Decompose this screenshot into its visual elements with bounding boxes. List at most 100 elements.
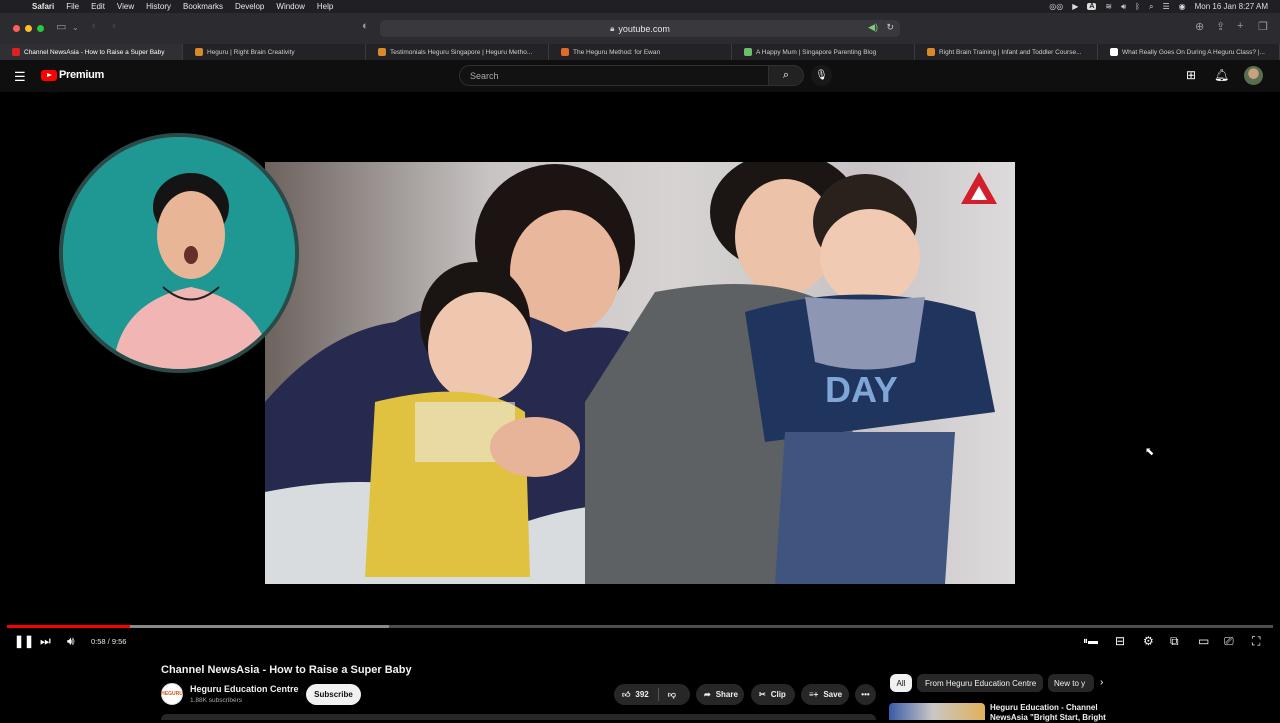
share-button[interactable]: ➦ Share xyxy=(696,684,744,705)
forward-icon[interactable]: › xyxy=(112,20,116,32)
create-video-icon[interactable]: ⊞ xyxy=(1186,68,1196,82)
bluetooth-icon[interactable]: ᛒ xyxy=(1135,2,1140,11)
tab-label: Heguru | Right Brain Creativity xyxy=(207,48,295,56)
lock-icon: 🔒︎ xyxy=(610,23,615,33)
chevron-down-icon[interactable]: ⌄ xyxy=(72,23,79,32)
youtube-logo-icon xyxy=(41,69,57,81)
autoplay-toggle-icon[interactable]: ⏸︎▬ xyxy=(1083,633,1098,649)
subtitles-icon[interactable]: ⊟ xyxy=(1115,633,1125,649)
airplay-icon[interactable]: ⎚ xyxy=(1224,633,1234,649)
clock-datetime[interactable]: Mon 16 Jan 8:27 AM xyxy=(1195,2,1268,11)
tab-label: Testimonials Heguru Singapore | Heguru M… xyxy=(390,48,533,56)
progress-played xyxy=(7,625,130,628)
progress-bar[interactable] xyxy=(7,625,1273,628)
tab-heguru-method[interactable]: The Heguru Method: for Ewan xyxy=(549,44,732,60)
like-dislike-group: 👍︎ 392 👎︎ xyxy=(614,684,690,705)
spotlight-search-icon[interactable]: ⌕ xyxy=(1149,2,1153,12)
save-label: Save xyxy=(823,690,843,699)
thumbs-up-icon[interactable]: 👍︎ xyxy=(622,690,630,700)
play-circle-icon[interactable]: ▶ xyxy=(1072,2,1078,11)
menu-history[interactable]: History xyxy=(146,2,171,11)
youtube-premium-logo[interactable]: Premium xyxy=(41,69,104,81)
subscribe-button[interactable]: Subscribe xyxy=(306,684,361,705)
recommended-title[interactable]: Heguru Education - Channel NewsAsia "Bri… xyxy=(990,703,1110,723)
menu-window[interactable]: Window xyxy=(276,2,304,11)
recommended-thumbnail[interactable] xyxy=(889,703,985,720)
privacy-shield-icon[interactable]: ◐ xyxy=(362,20,369,32)
menu-view[interactable]: View xyxy=(117,2,134,11)
menu-bookmarks[interactable]: Bookmarks xyxy=(183,2,223,11)
next-video-icon[interactable]: ⏭︎ xyxy=(40,633,51,649)
pause-icon[interactable]: ❚❚ xyxy=(14,633,34,649)
new-tab-icon[interactable]: + xyxy=(1237,20,1243,32)
volume-icon[interactable]: 🔊︎ xyxy=(1121,2,1126,12)
menu-edit[interactable]: Edit xyxy=(91,2,105,11)
chevron-right-icon[interactable]: › xyxy=(1100,677,1103,688)
video-scene-image: DAY xyxy=(265,162,995,584)
menu-icon[interactable]: ☰ xyxy=(14,69,26,85)
address-bar[interactable]: 🔒︎ youtube.com ◀) ↻ xyxy=(380,20,900,37)
tab-label: A Happy Mum | Singapore Parenting Blog xyxy=(756,48,877,56)
search-input[interactable]: Search xyxy=(459,65,769,86)
share-icon[interactable]: ⇪ xyxy=(1216,20,1225,33)
search-icon: ⌕ xyxy=(782,69,790,81)
fullscreen-icon[interactable]: ⛶ xyxy=(1252,633,1260,649)
youtube-favicon-icon xyxy=(12,48,20,56)
close-window-button[interactable] xyxy=(13,25,20,32)
thumbs-down-icon[interactable]: 👎︎ xyxy=(668,690,676,700)
minimize-window-button[interactable] xyxy=(25,25,32,32)
channel-avatar[interactable]: HEGURU xyxy=(161,683,183,705)
search-button[interactable]: ⌕ xyxy=(768,65,804,86)
chip-new-to-you[interactable]: New to y xyxy=(1048,674,1094,692)
tab-right-brain-training[interactable]: Right Brain Training | Infant and Toddle… xyxy=(915,44,1098,60)
theater-mode-icon[interactable]: ▭ xyxy=(1198,633,1209,649)
input-source-icon[interactable]: A xyxy=(1087,3,1097,10)
save-button[interactable]: ≡+ Save xyxy=(801,684,849,705)
back-icon[interactable]: ‹ xyxy=(92,20,96,32)
video-frame[interactable]: DAY xyxy=(265,162,1015,584)
menu-develop[interactable]: Develop xyxy=(235,2,264,11)
share-label: Share xyxy=(715,690,738,699)
zoom-window-button[interactable] xyxy=(37,25,44,32)
chip-from-heguru[interactable]: From Heguru Education Centre xyxy=(917,674,1043,692)
heguru-favicon-icon xyxy=(195,48,203,56)
youtube-masthead: ☰ Premium Search ⌕ 🎙︎ ⊞ 🔔︎ xyxy=(0,60,1280,92)
video-player[interactable]: DAY ⬉ ❚❚ ⏭︎ 🔊︎ 0:58 / 9:56 ⏸︎▬ ⊟ ⚙ ⧉ ▭ ⎚… xyxy=(0,92,1280,655)
macos-menu-bar: Safari File Edit View History Bookmarks … xyxy=(0,0,1280,13)
search-placeholder: Search xyxy=(470,70,499,81)
channel-name[interactable]: Heguru Education Centre xyxy=(190,684,299,694)
tab-happy-mum[interactable]: A Happy Mum | Singapore Parenting Blog xyxy=(732,44,915,60)
tab-heguru-right-brain[interactable]: Heguru | Right Brain Creativity xyxy=(183,44,366,60)
divider xyxy=(657,688,659,701)
siri-icon[interactable]: ◉ xyxy=(1179,2,1186,11)
more-actions-button[interactable]: ••• xyxy=(855,684,876,705)
clip-button[interactable]: ✂ Clip xyxy=(751,684,795,705)
tab-overview-icon[interactable]: ❐ xyxy=(1258,20,1268,33)
downloads-icon[interactable]: ⊕ xyxy=(1195,20,1204,33)
reload-icon[interactable]: ↻ xyxy=(886,22,894,33)
tab-bar: Channel NewsAsia - How to Raise a Super … xyxy=(0,44,1280,60)
menu-file[interactable]: File xyxy=(66,2,79,11)
control-center-icon[interactable]: ☰ xyxy=(1162,2,1169,11)
voice-search-button[interactable]: 🎙︎ xyxy=(811,65,832,86)
sidebar-toggle-icon[interactable]: ▭ xyxy=(56,20,66,33)
settings-gear-icon[interactable]: ⚙ xyxy=(1143,633,1154,649)
safari-toolbar: ▭ ⌄ ‹ › ◐ 🔒︎ youtube.com ◀) ↻ ⊕ ⇪ + ❐ xyxy=(0,13,1280,44)
account-avatar[interactable] xyxy=(1244,66,1263,85)
notifications-bell-icon[interactable]: 🔔︎ xyxy=(1214,68,1229,82)
chip-all[interactable]: All xyxy=(890,674,912,692)
like-count[interactable]: 392 xyxy=(635,690,648,699)
wifi-icon[interactable]: ≋ xyxy=(1105,2,1112,11)
tab-testimonials[interactable]: Testimonials Heguru Singapore | Heguru M… xyxy=(366,44,549,60)
menu-help[interactable]: Help xyxy=(317,2,333,11)
miniplayer-icon[interactable]: ⧉ xyxy=(1170,633,1179,649)
clip-label: Clip xyxy=(770,690,786,699)
glasses-icon[interactable]: ◎◎ xyxy=(1049,2,1063,11)
volume-icon[interactable]: 🔊︎ xyxy=(67,633,75,649)
tab-label: Right Brain Training | Infant and Toddle… xyxy=(939,48,1082,56)
tab-channel-newsasia[interactable]: Channel NewsAsia - How to Raise a Super … xyxy=(0,44,183,60)
tab-heguru-class[interactable]: What Really Goes On During A Heguru Clas… xyxy=(1098,44,1280,60)
audio-playing-icon[interactable]: ◀) xyxy=(868,22,878,33)
menu-app-name[interactable]: Safari xyxy=(32,2,54,11)
webcam-overlay xyxy=(59,133,299,373)
